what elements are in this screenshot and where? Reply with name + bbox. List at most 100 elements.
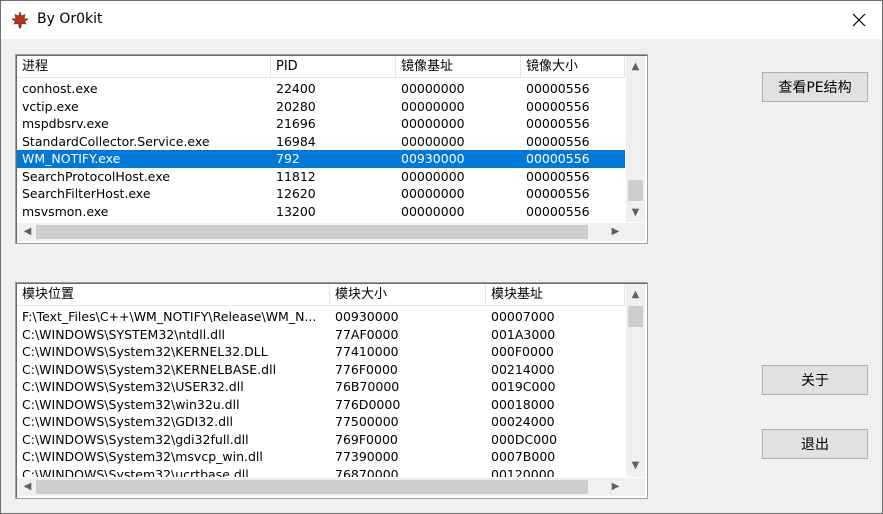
process-row[interactable]: SearchFilterHost.exe 12620 00000000 0000055… [17, 185, 625, 203]
scroll-thumb[interactable] [628, 180, 643, 201]
module-row[interactable]: C:\WINDOWS\System32\USER32.dll 76B70000 00… [17, 378, 625, 396]
scroll-up-arrow-icon[interactable]: ▲ [627, 286, 644, 303]
scroll-down-arrow-icon[interactable]: ▼ [627, 457, 644, 474]
pid-cell: 20280 [276, 98, 316, 114]
process-list[interactable]: 进程 PID 镜像基址 镜像大小 conhost.exe 22400 0000000… [15, 54, 648, 244]
module-rows: F:\Text_Files\C++\WM_NOTIFY\Release\WM_N… [17, 306, 625, 477]
module-size-cell: 77390000 [335, 449, 399, 464]
scroll-right-arrow-icon[interactable]: ▶ [607, 478, 624, 495]
column-header-image-base[interactable]: 镜像基址 [396, 56, 521, 77]
process-name-cell: vctip.exe [22, 98, 79, 114]
module-base-cell: 00024000 [491, 414, 555, 429]
module-base-cell: 00007000 [491, 309, 555, 324]
exit-button[interactable]: 退出 [762, 429, 868, 459]
maple-leaf-icon [11, 11, 29, 29]
scroll-left-arrow-icon[interactable]: ◀ [19, 223, 36, 240]
scroll-corner [626, 223, 645, 241]
scroll-right-arrow-icon[interactable]: ▶ [607, 223, 624, 240]
module-path-cell: C:\WINDOWS\SYSTEM32\ntdll.dll [22, 326, 226, 342]
pid-cell: 12620 [276, 186, 316, 201]
column-header-module-size[interactable]: 模块大小 [330, 284, 486, 305]
module-size-cell: 77500000 [335, 414, 399, 429]
module-path-cell: C:\WINDOWS\System32\ucrtbase.dll [22, 466, 249, 478]
title-bar: By Or0kit [1, 1, 882, 39]
close-button[interactable] [836, 1, 882, 39]
module-path-cell: C:\WINDOWS\System32\win32u.dll [22, 396, 240, 412]
image-size-cell: 00000556 [526, 98, 590, 114]
process-horizontal-scrollbar[interactable]: ◀ ▶ [17, 223, 626, 241]
image-size-cell: 00000556 [526, 151, 590, 166]
module-row[interactable]: C:\WINDOWS\System32\ucrtbase.dll 76870000… [17, 466, 625, 478]
module-list[interactable]: 模块位置 模块大小 模块基址 F:\Text_Files\C++\WM_NOTI… [15, 282, 648, 499]
module-size-cell: 00930000 [335, 309, 399, 324]
module-size-cell: 76870000 [335, 466, 399, 478]
process-row[interactable]: mspdbsrv.exe 21696 00000000 00000556 [17, 115, 625, 133]
close-icon [852, 13, 866, 27]
column-header-pid[interactable]: PID [271, 56, 396, 77]
column-header-process[interactable]: 进程 [17, 56, 271, 77]
module-row[interactable]: C:\WINDOWS\System32\win32u.dll 776D0000 00… [17, 396, 625, 414]
image-size-cell: 00000556 [526, 186, 590, 201]
process-row[interactable]: SearchProtocolHost.exe 11812 00000000 00000… [17, 168, 625, 186]
process-name-cell: StandardCollector.Service.exe [22, 133, 210, 149]
pid-cell: 22400 [276, 81, 316, 96]
scroll-down-arrow-icon[interactable]: ▼ [627, 204, 644, 221]
column-header-module-path[interactable]: 模块位置 [17, 284, 330, 305]
image-base-cell: 00000000 [401, 81, 465, 96]
scroll-thumb[interactable] [36, 480, 588, 494]
image-base-cell: 00000000 [401, 98, 465, 114]
module-base-cell: 000DC000 [491, 431, 558, 447]
column-header-module-base[interactable]: 模块基址 [486, 284, 625, 305]
main-window: By Or0kit 进程 PID 镜像基址 镜像大小 conhost.exe 22… [0, 0, 883, 514]
module-size-cell: 776F0000 [335, 361, 398, 377]
module-row[interactable]: C:\WINDOWS\System32\KERNELBASE.dll 776F00… [17, 361, 625, 379]
module-base-cell: 00214000 [491, 361, 555, 377]
module-row[interactable]: C:\WINDOWS\System32\KERNEL32.DLL 77410000… [17, 343, 625, 361]
image-base-cell: 00000000 [401, 203, 465, 219]
module-row[interactable]: C:\WINDOWS\System32\gdi32full.dll 769F000… [17, 431, 625, 449]
scroll-left-arrow-icon[interactable]: ◀ [19, 478, 36, 495]
module-row[interactable]: C:\WINDOWS\System32\msvcp_win.dll 7739000… [17, 448, 625, 466]
module-path-cell: C:\WINDOWS\System32\msvcp_win.dll [22, 449, 263, 464]
process-name-cell: SearchFilterHost.exe [22, 186, 151, 201]
scroll-corner [626, 478, 645, 496]
process-name-cell: SearchProtocolHost.exe [22, 168, 170, 184]
module-row[interactable]: C:\WINDOWS\SYSTEM32\ntdll.dll 77AF0000 001… [17, 326, 625, 344]
scroll-thumb[interactable] [628, 306, 643, 327]
module-path-cell: F:\Text_Files\C++\WM_NOTIFY\Release\WM_N… [22, 309, 317, 324]
process-row[interactable]: msvsmon.exe 13200 00000000 00000556 [17, 203, 625, 221]
image-size-cell: 00000556 [526, 116, 590, 131]
process-row[interactable]: StandardCollector.Service.exe 16984 000000… [17, 133, 625, 151]
module-size-cell: 76B70000 [335, 379, 400, 394]
image-size-cell: 00000556 [526, 81, 590, 96]
about-button[interactable]: 关于 [762, 365, 868, 395]
process-row[interactable]: vctip.exe 20280 00000000 00000556 [17, 98, 625, 116]
image-base-cell: 00000000 [401, 186, 465, 201]
module-path-cell: C:\WINDOWS\System32\KERNEL32.DLL [22, 344, 268, 359]
pid-cell: 13200 [276, 203, 316, 219]
module-path-cell: C:\WINDOWS\System32\GDI32.dll [22, 414, 234, 429]
module-base-cell: 000F0000 [491, 344, 554, 359]
process-rows: conhost.exe 22400 00000000 00000556 vctip.ex… [17, 78, 625, 224]
window-title: By Or0kit [37, 11, 103, 27]
module-horizontal-scrollbar[interactable]: ◀ ▶ [17, 478, 626, 496]
image-base-cell: 00000000 [401, 116, 465, 131]
module-row[interactable]: F:\Text_Files\C++\WM_NOTIFY\Release\WM_N… [17, 308, 625, 326]
module-row[interactable]: C:\WINDOWS\System32\GDI32.dll 77500000 000… [17, 413, 625, 431]
module-list-header: 模块位置 模块大小 模块基址 [17, 284, 625, 306]
scroll-thumb[interactable] [36, 225, 588, 239]
module-path-cell: C:\WINDOWS\System32\gdi32full.dll [22, 431, 249, 447]
module-vertical-scrollbar[interactable]: ▲ ▼ [626, 284, 645, 477]
module-path-cell: C:\WINDOWS\System32\USER32.dll [22, 379, 244, 394]
scroll-up-arrow-icon[interactable]: ▲ [627, 58, 644, 75]
process-vertical-scrollbar[interactable]: ▲ ▼ [626, 56, 645, 222]
pid-cell: 16984 [276, 133, 316, 149]
module-base-cell: 001A3000 [491, 326, 556, 342]
process-row[interactable]: WM_NOTIFY.exe 792 00930000 00000556 [17, 150, 625, 168]
image-base-cell: 00000000 [401, 133, 465, 149]
view-pe-structure-button[interactable]: 查看PE结构 [762, 72, 868, 102]
module-size-cell: 769F0000 [335, 431, 398, 447]
column-header-image-size[interactable]: 镜像大小 [521, 56, 625, 77]
process-row[interactable]: conhost.exe 22400 00000000 00000556 [17, 80, 625, 98]
process-name-cell: conhost.exe [22, 81, 98, 96]
